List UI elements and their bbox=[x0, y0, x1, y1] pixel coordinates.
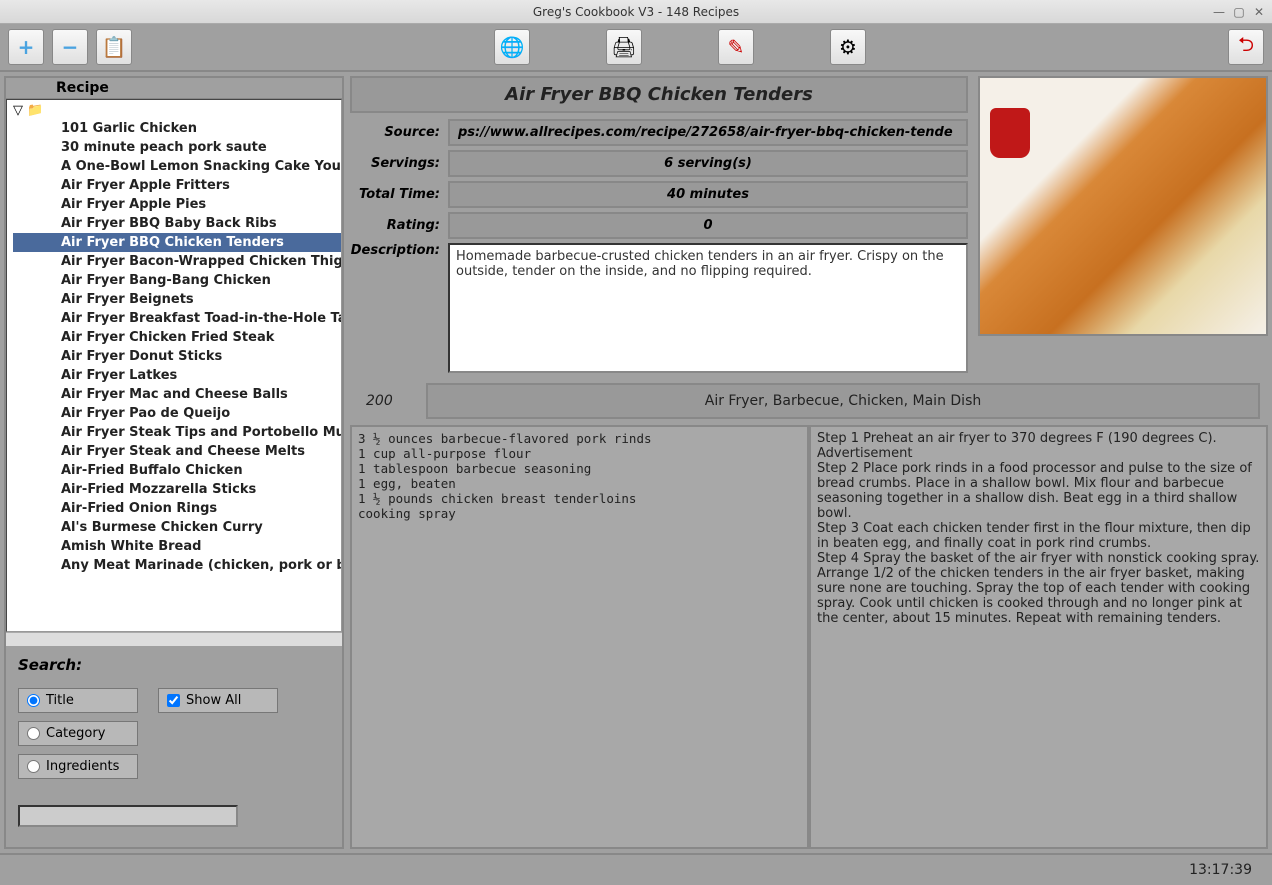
recipe-list-item[interactable]: Air-Fried Buffalo Chicken bbox=[13, 461, 341, 480]
right-panel: Air Fryer BBQ Chicken Tenders Source: ps… bbox=[350, 76, 1268, 849]
recipe-list-item[interactable]: Air Fryer Chicken Fried Steak bbox=[13, 328, 341, 347]
recipe-list-item[interactable]: Air Fryer Bacon-Wrapped Chicken Thighs bbox=[13, 252, 341, 271]
status-clock: 13:17:39 bbox=[1189, 862, 1252, 878]
label-servings: Servings: bbox=[350, 156, 440, 171]
value-source[interactable]: ps://www.allrecipes.com/recipe/272658/ai… bbox=[448, 119, 968, 146]
recipe-list-item[interactable]: Any Meat Marinade (chicken, pork or beef… bbox=[13, 556, 341, 575]
label-total-time: Total Time: bbox=[350, 187, 440, 202]
ingredients-pane[interactable]: 3 ½ ounces barbecue-flavored pork rinds … bbox=[350, 425, 809, 849]
recipe-list-item[interactable]: Air Fryer Beignets bbox=[13, 290, 341, 309]
recipe-tree[interactable]: ▽ 📁 101 Garlic Chicken30 minute peach po… bbox=[6, 99, 342, 632]
recipe-list-item[interactable]: Air Fryer BBQ Baby Back Ribs bbox=[13, 214, 341, 233]
tree-h-scrollbar[interactable] bbox=[6, 632, 342, 646]
recipe-list-item[interactable]: Air Fryer Mac and Cheese Balls bbox=[13, 385, 341, 404]
recipe-list-item[interactable]: Air-Fried Onion Rings bbox=[13, 499, 341, 518]
label-rating: Rating: bbox=[350, 218, 440, 233]
recipe-list-item[interactable]: Air Fryer Steak Tips and Portobello Mush… bbox=[13, 423, 341, 442]
recipe-list-item[interactable]: Air Fryer Breakfast Toad-in-the-Hole Tar… bbox=[13, 309, 341, 328]
recipe-tags: Air Fryer, Barbecue, Chicken, Main Dish bbox=[426, 383, 1260, 419]
settings-button[interactable]: ⚙ bbox=[830, 29, 866, 65]
search-mode-title[interactable]: Title bbox=[18, 688, 138, 713]
search-input[interactable] bbox=[18, 805, 238, 827]
recipe-title: Air Fryer BBQ Chicken Tenders bbox=[350, 76, 968, 113]
recipe-count: 200 bbox=[358, 393, 418, 409]
left-panel: Recipe ▽ 📁 101 Garlic Chicken30 minute p… bbox=[4, 76, 344, 849]
value-description[interactable]: Homemade barbecue-crusted chicken tender… bbox=[448, 243, 968, 373]
recipe-list-item[interactable]: Air Fryer Steak and Cheese Melts bbox=[13, 442, 341, 461]
recipe-list-item[interactable]: Air Fryer Donut Sticks bbox=[13, 347, 341, 366]
recipe-list-item[interactable]: Amish White Bread bbox=[13, 537, 341, 556]
recipe-list-item[interactable]: Air Fryer Apple Pies bbox=[13, 195, 341, 214]
recipe-list-item[interactable]: Air-Fried Mozzarella Sticks bbox=[13, 480, 341, 499]
exit-button[interactable]: ⮌ bbox=[1228, 29, 1264, 65]
instructions-pane[interactable]: Step 1 Preheat an air fryer to 370 degre… bbox=[809, 425, 1268, 849]
window-title: Greg's Cookbook V3 - 148 Recipes bbox=[533, 5, 739, 19]
search-mode-ingredients[interactable]: Ingredients bbox=[18, 754, 138, 779]
close-button[interactable]: ✕ bbox=[1252, 5, 1266, 19]
print-button[interactable]: 🖨 bbox=[606, 29, 642, 65]
label-source: Source: bbox=[350, 125, 440, 140]
remove-button[interactable]: − bbox=[52, 29, 88, 65]
label-description: Description: bbox=[350, 243, 440, 258]
value-rating: 0 bbox=[448, 212, 968, 239]
search-mode-category[interactable]: Category bbox=[18, 721, 138, 746]
recipe-list-item[interactable]: Air Fryer BBQ Chicken Tenders bbox=[13, 233, 341, 252]
recipe-list-item[interactable]: Air Fryer Apple Fritters bbox=[13, 176, 341, 195]
recipe-list-item[interactable]: A One-Bowl Lemon Snacking Cake You'll Ma… bbox=[13, 157, 341, 176]
recipe-list-item[interactable]: 30 minute peach pork saute bbox=[13, 138, 341, 157]
folder-icon: 📁 bbox=[27, 103, 43, 118]
recipe-list-item[interactable]: 101 Garlic Chicken bbox=[13, 119, 341, 138]
web-button[interactable]: 🌐 bbox=[494, 29, 530, 65]
recipe-list-item[interactable]: Air Fryer Pao de Queijo bbox=[13, 404, 341, 423]
tree-folder-root[interactable]: ▽ 📁 bbox=[13, 102, 341, 119]
value-total-time: 40 minutes bbox=[448, 181, 968, 208]
maximize-button[interactable]: ▢ bbox=[1232, 5, 1246, 19]
collapse-icon[interactable]: ▽ bbox=[13, 103, 23, 118]
search-section: Search: Title Show All Category bbox=[6, 646, 342, 847]
status-bar: 13:17:39 bbox=[0, 853, 1272, 885]
tree-header[interactable]: Recipe bbox=[6, 78, 342, 99]
recipe-image bbox=[978, 76, 1268, 336]
value-servings: 6 serving(s) bbox=[448, 150, 968, 177]
recipe-list-item[interactable]: Al's Burmese Chicken Curry bbox=[13, 518, 341, 537]
recipe-list-item[interactable]: Air Fryer Latkes bbox=[13, 366, 341, 385]
add-button[interactable]: + bbox=[8, 29, 44, 65]
show-all-checkbox[interactable]: Show All bbox=[158, 688, 278, 713]
paste-button[interactable]: 📋 bbox=[96, 29, 132, 65]
search-label: Search: bbox=[18, 656, 330, 674]
toolbar: + − 📋 🌐 🖨 ✎ ⚙ ⮌ bbox=[0, 24, 1272, 72]
recipe-list-item[interactable]: Air Fryer Bang-Bang Chicken bbox=[13, 271, 341, 290]
edit-button[interactable]: ✎ bbox=[718, 29, 754, 65]
minimize-button[interactable]: — bbox=[1212, 5, 1226, 19]
titlebar: Greg's Cookbook V3 - 148 Recipes — ▢ ✕ bbox=[0, 0, 1272, 24]
